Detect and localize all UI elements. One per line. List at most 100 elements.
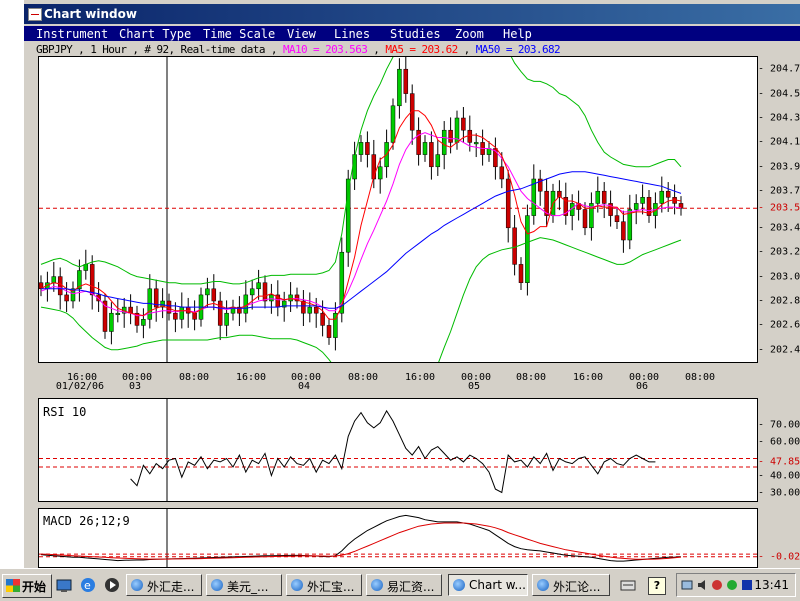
network-icon[interactable] [681,578,693,592]
series-line-ma50 [41,171,682,309]
candle [320,312,325,326]
candle [313,306,319,314]
rsi-tick-label: - 60.00 [758,436,800,447]
separator: , [457,43,471,56]
menu-time-scale[interactable]: Time Scale [203,27,275,41]
candle [435,154,441,168]
price-tick-label: - 203.70 [758,185,800,197]
volume-icon[interactable] [696,578,708,592]
title-bar[interactable]: Chart window [24,4,800,24]
candle [582,209,588,229]
candle [403,68,409,94]
ie-icon [291,579,303,591]
chart-window: Chart window Instrument Chart Type Time … [24,0,800,568]
candle [601,190,607,204]
time-axis: 16:00 01/02/06 00:00 03 08:00 16:00 00:00 04 08:… [38,362,756,394]
separator: , [367,43,380,56]
ie-icon [211,579,223,591]
candle [64,294,69,302]
candle [173,312,178,320]
svg-text:e: e [84,579,91,592]
candle [115,312,121,315]
candle [262,282,268,302]
date-tick-label: 03 [128,381,142,392]
task-fx-trend[interactable]: 外汇走... [126,574,202,596]
macd-pane[interactable]: MACD 26;12;9 [38,508,758,568]
candle [441,129,447,155]
candle [525,215,530,283]
task-usd[interactable]: 美元_... [206,574,282,596]
candle [243,294,249,314]
task-yihui[interactable]: 易汇资... [366,574,442,596]
candle [377,166,383,180]
start-button[interactable]: 开始 [2,574,52,598]
messenger-icon[interactable] [726,578,738,592]
ma10-readout: MA10 = 203.563 [282,43,368,56]
macd-tick-label: - -0.024 [758,551,800,563]
task-fx-treasure[interactable]: 外汇宝... [286,574,362,596]
candle [89,264,95,296]
ie-icon [537,579,549,591]
candle [185,306,191,314]
menu-view[interactable]: View [287,27,316,41]
candle [659,190,665,204]
help-icon[interactable]: ? [648,577,666,595]
candle [461,117,466,131]
candle [518,264,524,283]
candle [249,288,255,296]
rsi-tick-label: - 47.855 [758,456,800,468]
rsi-pane[interactable]: RSI 10 [38,398,758,502]
menu-instrument[interactable]: Instrument [36,27,108,41]
time-tick-label: 08:00 [347,372,379,383]
candle [640,197,645,204]
price-tick-label: - 202.40 [758,344,800,356]
candle [665,190,671,198]
start-label: 开始 [22,580,47,594]
menu-zoom[interactable]: Zoom [455,27,484,41]
rsi-tick-label: - 70.00 [758,419,800,430]
chart-app-icon [28,8,42,21]
candle [57,276,63,296]
series-line-bollinger-lower [40,237,682,362]
price-chart-pane[interactable] [38,56,758,363]
candle [205,288,210,296]
menu-studies[interactable]: Studies [390,27,441,41]
price-tick-label: - 203.00 [758,271,800,283]
task-fx-forum[interactable]: 外汇论... [532,574,610,596]
candle [505,178,511,229]
candle [141,319,146,326]
keyboard-icon[interactable] [620,577,636,593]
menu-chart-type[interactable]: Chart Type [119,27,191,41]
security-icon[interactable] [711,578,723,592]
window-title: Chart window [44,7,137,21]
candle [217,300,223,326]
price-chart [39,57,757,362]
task-chart-window[interactable]: Chart w... [448,574,528,596]
app-tray-icon[interactable] [741,578,753,592]
time-tick-label: 08:00 [684,372,716,383]
candle [211,288,217,302]
series-line-bollinger-upper [40,57,682,285]
price-tick-label: - 204.10 [758,136,800,148]
candle [192,312,197,320]
desktop-quicklaunch-icon[interactable] [56,577,72,593]
candle [633,203,639,210]
candle [422,142,428,155]
time-tick-label: 16:00 [404,372,436,383]
candle [448,129,453,143]
menu-help[interactable]: Help [503,27,532,41]
date-tick-label: 01/02/06 [55,381,105,392]
ie-quicklaunch-icon[interactable]: e [80,577,96,593]
price-tick-label: - 203.56 [758,202,800,214]
price-tick-label: - 202.60 [758,319,800,331]
candle [429,142,434,168]
date-tick-label: 06 [635,381,649,392]
rsi-line [130,409,656,494]
price-tick-label: - 203.90 [758,161,800,173]
time-tick-label: 08:00 [178,372,210,383]
candle [512,227,517,265]
menu-lines[interactable]: Lines [334,27,370,41]
candle [416,129,421,155]
macd-label: MACD 26;12;9 [43,514,130,528]
media-quicklaunch-icon[interactable] [104,577,120,593]
